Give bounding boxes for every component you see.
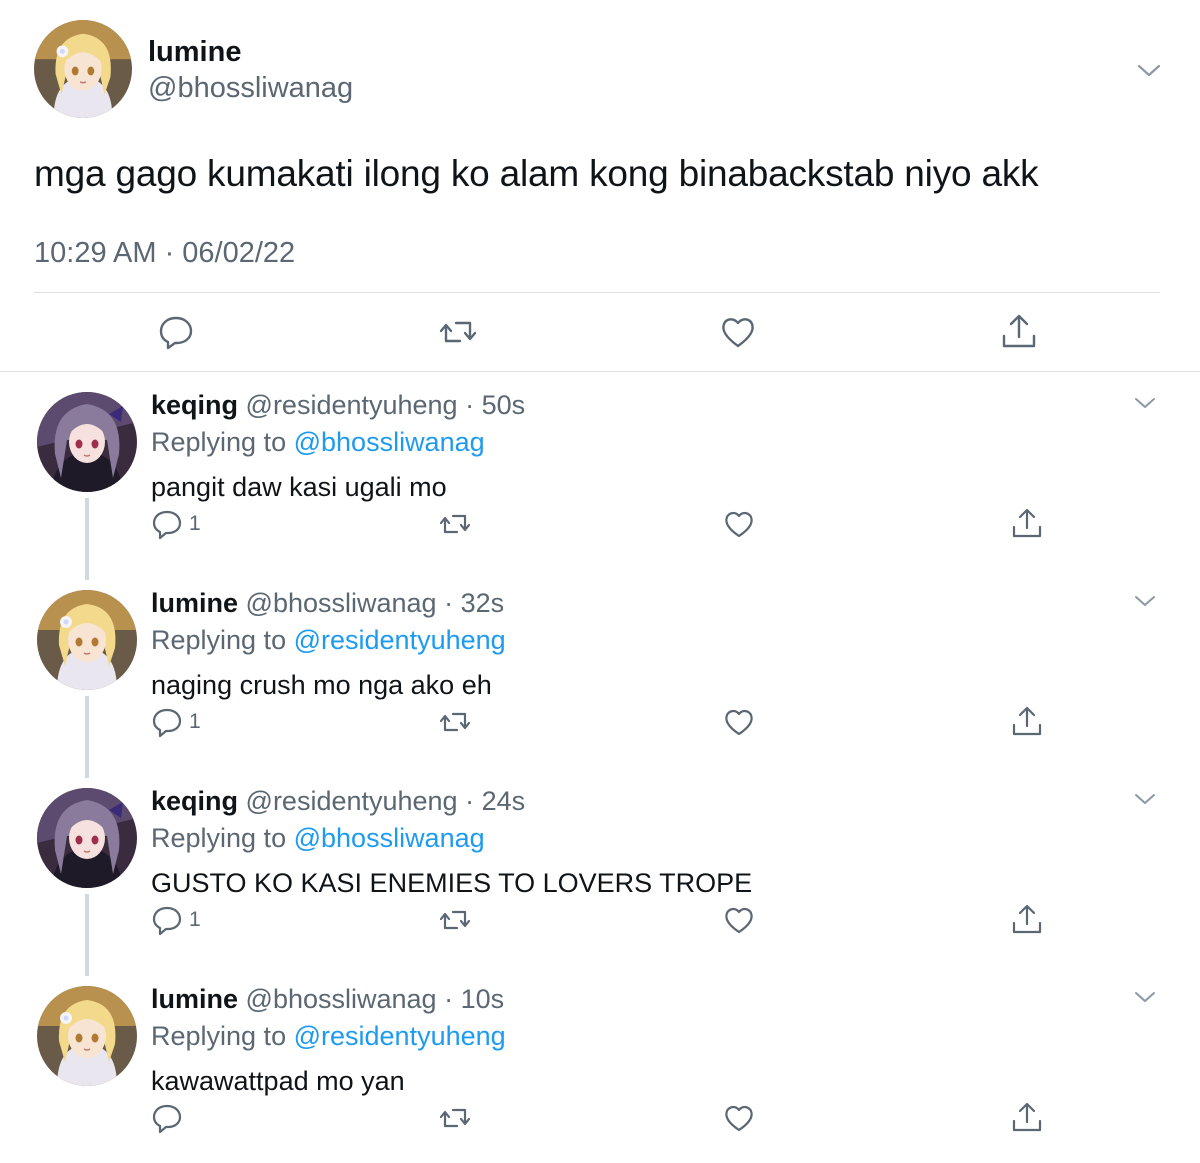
reply-tweet[interactable]: lumine @bhossliwanag · 10s Replying to @… — [0, 966, 1200, 1163]
reply-icon[interactable] — [150, 507, 184, 541]
replying-to-label: Replying to — [151, 625, 287, 655]
share-icon[interactable] — [1010, 705, 1044, 739]
chevron-down-icon[interactable] — [1136, 60, 1162, 80]
reply-tweet[interactable]: lumine @bhossliwanag · 32s Replying to @… — [0, 570, 1200, 778]
display-name[interactable]: keqing — [151, 786, 238, 816]
reply-text: naging crush mo nga ako eh — [151, 670, 492, 700]
mention-link[interactable]: @bhossliwanag — [294, 823, 485, 853]
tweet-text: mga gago kumakati ilong ko alam kong bin… — [34, 153, 1039, 194]
reply-time[interactable]: 10s — [461, 984, 505, 1014]
retweet-icon[interactable] — [438, 903, 472, 937]
reply-time[interactable]: 50s — [482, 390, 526, 420]
like-icon[interactable] — [722, 903, 756, 937]
display-name[interactable]: keqing — [151, 390, 238, 420]
main-tweet: lumine @bhossliwanag mga gago kumakati i… — [0, 0, 1200, 372]
retweet-icon[interactable] — [438, 1101, 472, 1135]
thread-line — [85, 696, 89, 778]
separator-dot: · — [457, 390, 482, 420]
mention-link[interactable]: @bhossliwanag — [294, 427, 485, 457]
replying-to: Replying to @bhossliwanag — [151, 823, 485, 854]
reply-time[interactable]: 32s — [461, 588, 505, 618]
reply-time[interactable]: 24s — [482, 786, 526, 816]
chevron-down-icon[interactable] — [1133, 988, 1157, 1006]
chevron-down-icon[interactable] — [1133, 790, 1157, 808]
share-icon[interactable] — [999, 312, 1039, 352]
reply-text: GUSTO KO KASI ENEMIES TO LOVERS TROPE — [151, 868, 753, 898]
like-icon[interactable] — [718, 312, 758, 352]
user-handle[interactable]: @residentyuheng — [246, 390, 458, 420]
retweet-icon[interactable] — [438, 705, 472, 739]
reply-count: 1 — [189, 512, 201, 535]
chevron-down-icon[interactable] — [1133, 394, 1157, 412]
like-icon[interactable] — [722, 705, 756, 739]
reply-count: 1 — [189, 710, 201, 733]
separator-dot: · — [457, 786, 482, 816]
reply-tweet[interactable]: keqing @residentyuheng · 24s Replying to… — [0, 768, 1200, 976]
retweet-icon[interactable] — [438, 507, 472, 541]
avatar[interactable] — [34, 20, 132, 118]
separator-dot: · — [436, 588, 461, 618]
display-name[interactable]: lumine — [148, 36, 241, 69]
divider — [34, 292, 1160, 293]
reply-icon[interactable] — [156, 312, 196, 352]
separator-dot: · — [436, 984, 461, 1014]
reply-icon[interactable] — [150, 1101, 184, 1135]
user-handle[interactable]: @residentyuheng — [246, 786, 458, 816]
user-handle[interactable]: @bhossliwanag — [246, 588, 437, 618]
like-icon[interactable] — [722, 1101, 756, 1135]
reply-header: keqing @residentyuheng · 24s — [151, 786, 525, 817]
share-icon[interactable] — [1010, 507, 1044, 541]
avatar[interactable] — [37, 788, 137, 888]
chevron-down-icon[interactable] — [1133, 592, 1157, 610]
mention-link[interactable]: @residentyuheng — [294, 625, 506, 655]
mention-link[interactable]: @residentyuheng — [294, 1021, 506, 1051]
display-name[interactable]: lumine — [151, 588, 238, 618]
tweet-timestamp[interactable]: 10:29 AM · 06/02/22 — [34, 237, 295, 270]
display-name[interactable]: lumine — [151, 984, 238, 1014]
reply-header: lumine @bhossliwanag · 10s — [151, 984, 504, 1015]
user-handle[interactable]: @bhossliwanag — [246, 984, 437, 1014]
thread-line — [85, 894, 89, 976]
replying-to: Replying to @residentyuheng — [151, 625, 506, 656]
like-icon[interactable] — [722, 507, 756, 541]
replying-to-label: Replying to — [151, 823, 287, 853]
avatar[interactable] — [37, 590, 137, 690]
replying-to-label: Replying to — [151, 1021, 287, 1051]
tweet-thread-page: lumine @bhossliwanag mga gago kumakati i… — [0, 0, 1200, 1163]
avatar[interactable] — [37, 986, 137, 1086]
replying-to-label: Replying to — [151, 427, 287, 457]
share-icon[interactable] — [1010, 903, 1044, 937]
retweet-icon[interactable] — [438, 312, 478, 352]
reply-header: keqing @residentyuheng · 50s — [151, 390, 525, 421]
reply-text: pangit daw kasi ugali mo — [151, 472, 447, 502]
reply-icon[interactable] — [150, 705, 184, 739]
reply-tweet[interactable]: keqing @residentyuheng · 50s Replying to… — [0, 372, 1200, 580]
reply-header: lumine @bhossliwanag · 32s — [151, 588, 504, 619]
reply-text: kawawattpad mo yan — [151, 1066, 405, 1096]
reply-icon[interactable] — [150, 903, 184, 937]
thread-line — [85, 498, 89, 580]
user-handle[interactable]: @bhossliwanag — [148, 72, 353, 105]
share-icon[interactable] — [1010, 1101, 1044, 1135]
replying-to: Replying to @bhossliwanag — [151, 427, 485, 458]
reply-count: 1 — [189, 908, 201, 931]
replying-to: Replying to @residentyuheng — [151, 1021, 506, 1052]
avatar[interactable] — [37, 392, 137, 492]
